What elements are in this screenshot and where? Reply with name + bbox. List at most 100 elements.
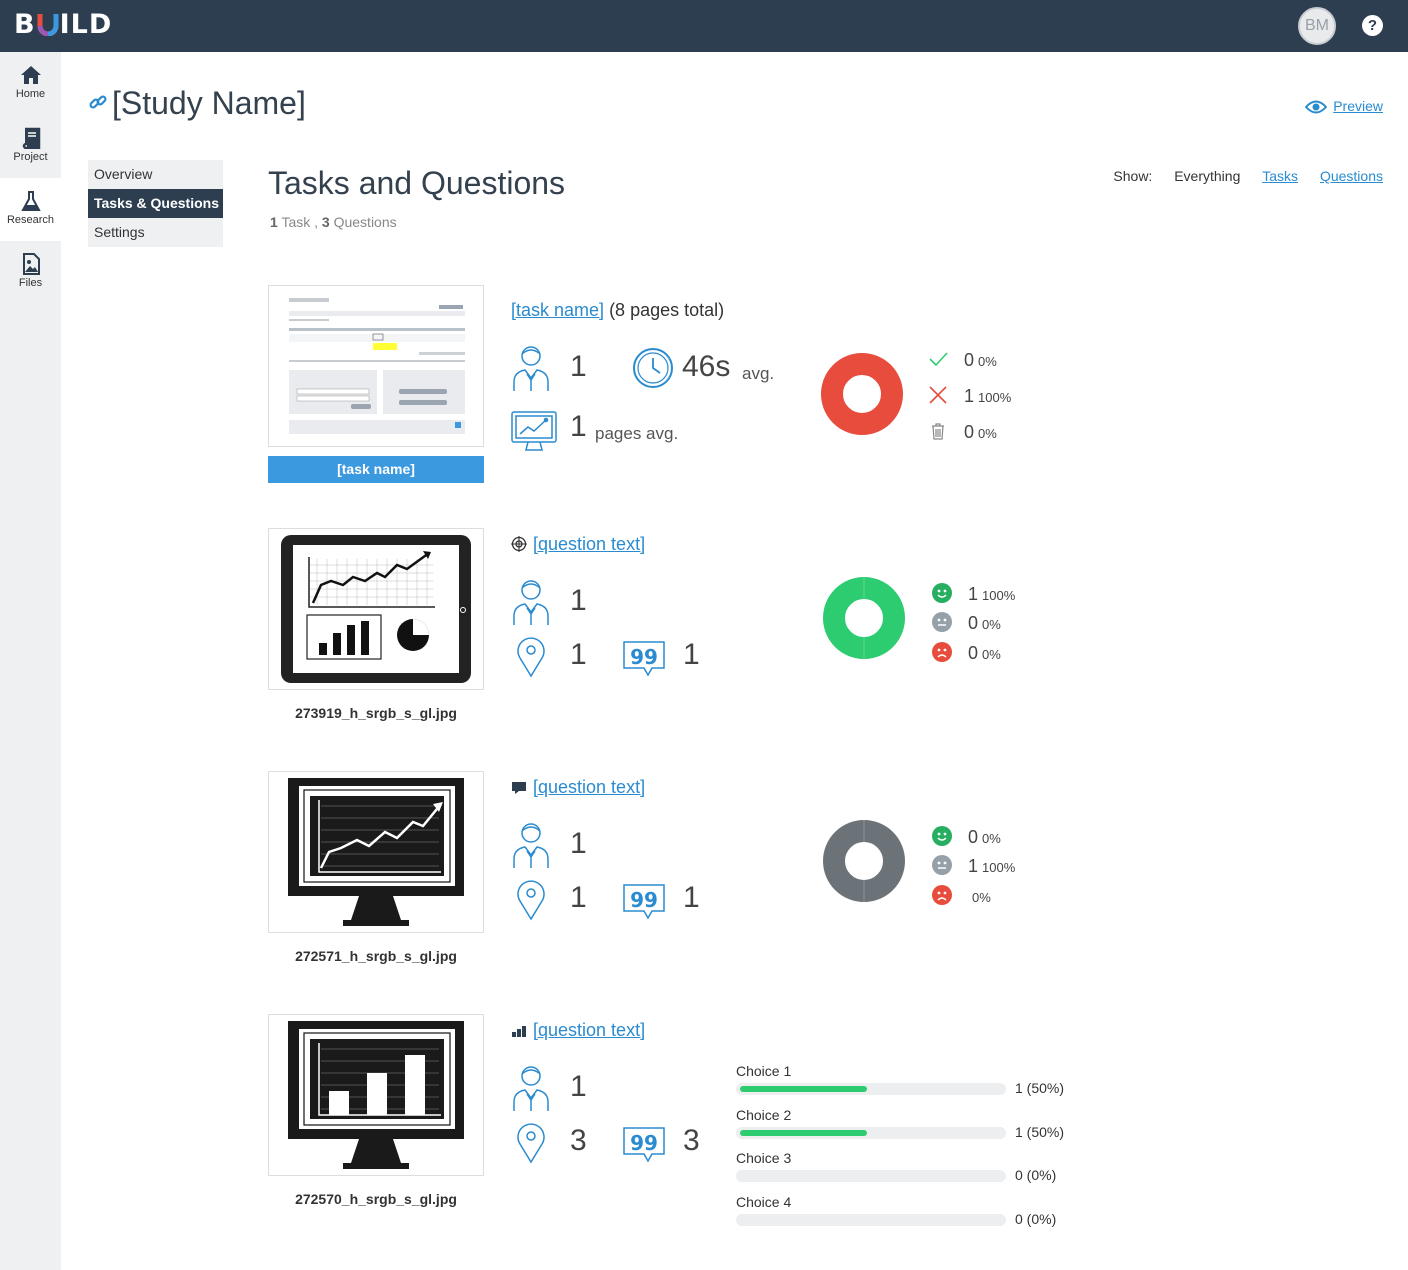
task-count: 1	[270, 214, 278, 230]
filter-tasks[interactable]: Tasks	[1262, 168, 1298, 184]
subnav-item-settings[interactable]: Settings	[88, 218, 223, 247]
eye-icon	[1304, 100, 1328, 114]
choice-value: 1 (50%)	[1015, 1124, 1065, 1140]
rail-item-project[interactable]: Project	[0, 115, 61, 178]
subnav-item-tasks-questions[interactable]: Tasks & Questions	[88, 189, 223, 218]
task-success-pct: 0%	[978, 354, 997, 369]
question-2-sentiment-donut	[823, 820, 905, 902]
trash-icon	[928, 421, 948, 441]
question-3-pins: 3	[570, 1124, 587, 1157]
webpage-thumbnail-image	[287, 296, 465, 434]
choice-row: Choice 4 0 (0%)	[736, 1194, 1076, 1227]
flask-icon	[20, 191, 41, 211]
bar-chart-icon	[511, 1022, 527, 1043]
question-2-pins: 1	[570, 881, 587, 914]
question-1-legend-positive: 1 100%	[932, 583, 1015, 605]
study-title-text: [Study Name]	[112, 85, 306, 121]
task-pages-count: 1	[570, 410, 587, 443]
filter-everything[interactable]: Everything	[1174, 168, 1240, 184]
question-2-thumbnail[interactable]	[268, 771, 484, 933]
rail-item-files[interactable]: Files	[0, 241, 61, 304]
choice-value: 0 (0%)	[1015, 1167, 1057, 1183]
question-1-comments: 1	[683, 638, 700, 671]
quote-bubble-icon: 99	[623, 884, 665, 920]
task-name-link[interactable]: [task name]	[511, 300, 604, 320]
choice-bar-fill	[740, 1086, 867, 1092]
section-title: Tasks and Questions	[268, 165, 566, 201]
choice-label: Choice 4	[736, 1194, 792, 1210]
map-pin-icon	[517, 1123, 545, 1164]
task-pages-total: (8 pages total)	[609, 300, 725, 320]
choice-row: Choice 3 0 (0%)	[736, 1150, 1076, 1183]
cross-icon	[928, 385, 948, 405]
question-2-positive-pct: 0%	[982, 831, 1001, 846]
logo-u-icon	[37, 12, 59, 37]
rail-item-research[interactable]: Research	[0, 178, 61, 241]
rail-label-research: Research	[6, 214, 55, 226]
rail-item-home[interactable]: Home	[0, 52, 61, 115]
filter-questions[interactable]: Questions	[1320, 168, 1383, 184]
question-2-negative-pct: 0%	[972, 890, 991, 905]
clock-icon	[633, 348, 673, 388]
question-2-legend-positive: 0 0%	[932, 826, 1001, 848]
task-legend-success: 0 0%	[928, 349, 997, 371]
comment-icon	[511, 779, 527, 800]
build-logo[interactable]: B ILD	[14, 9, 112, 40]
question-2-positive-count: 0	[968, 827, 979, 847]
question-1-title: [question text]	[511, 534, 645, 557]
participant-icon	[513, 1066, 549, 1111]
choice-value: 0 (0%)	[1015, 1211, 1057, 1227]
image-file-icon	[22, 253, 40, 275]
study-title: [Study Name]	[88, 83, 306, 122]
task-title: [task name] (8 pages total)	[511, 300, 724, 321]
target-icon	[511, 536, 527, 557]
choice-row: Choice 2 1 (50%)	[736, 1107, 1076, 1140]
show-filter: Show: Everything Tasks Questions	[1113, 168, 1383, 184]
task-pages-unit: pages avg.	[595, 424, 679, 443]
choice-label: Choice 3	[736, 1150, 792, 1166]
help-icon[interactable]: ?	[1362, 15, 1383, 36]
task-legend-fail: 1 100%	[928, 385, 1011, 407]
left-rail: Home Project Research Files	[0, 52, 61, 1270]
choice-bar-fill	[740, 1130, 867, 1136]
map-pin-icon	[517, 637, 545, 678]
question-1-thumbnail[interactable]	[268, 528, 484, 690]
task-word: Task ,	[281, 214, 319, 230]
question-2-link[interactable]: [question text]	[533, 777, 645, 797]
subnav-item-overview[interactable]: Overview	[88, 160, 223, 189]
question-1-link[interactable]: [question text]	[533, 534, 645, 554]
task-name-button[interactable]: [task name]	[268, 456, 484, 483]
quote-bubble-icon: 99	[623, 641, 665, 677]
task-thumbnail[interactable]	[268, 285, 484, 447]
book-icon	[22, 127, 40, 149]
summary-counts: 1 Task , 3 Questions	[270, 214, 397, 230]
choice-label: Choice 1	[736, 1063, 792, 1079]
question-2-title: [question text]	[511, 777, 645, 800]
question-word: Questions	[333, 214, 397, 230]
question-1-negative-count: 0	[968, 643, 979, 663]
question-count: 3	[321, 214, 330, 230]
question-3-link[interactable]: [question text]	[533, 1020, 645, 1040]
smile-icon	[932, 583, 952, 603]
task-success-count: 0	[964, 350, 975, 370]
monitor-line-chart-image	[288, 778, 464, 926]
task-fail-count: 1	[964, 386, 975, 406]
task-time-avg: 46s	[682, 350, 731, 383]
avatar[interactable]: BM	[1298, 7, 1336, 45]
choice-bar	[736, 1214, 1006, 1226]
question-3-thumbnail[interactable]	[268, 1014, 484, 1176]
question-2-neutral-pct: 100%	[982, 860, 1016, 875]
frown-icon	[932, 885, 952, 905]
check-icon	[928, 349, 948, 369]
task-outcome-donut	[821, 353, 903, 435]
link-icon[interactable]	[88, 83, 108, 120]
preview-link[interactable]: Preview	[1304, 98, 1383, 115]
participant-icon	[513, 346, 549, 391]
rail-label-project: Project	[13, 151, 48, 163]
choice-bar	[736, 1127, 1006, 1139]
quote-bubble-icon: 99	[623, 1127, 665, 1163]
task-abandoned-pct: 0%	[978, 426, 997, 441]
question-1-pins: 1	[570, 638, 587, 671]
monitor-bar-chart-image	[288, 1021, 464, 1169]
rail-label-files: Files	[18, 277, 43, 289]
